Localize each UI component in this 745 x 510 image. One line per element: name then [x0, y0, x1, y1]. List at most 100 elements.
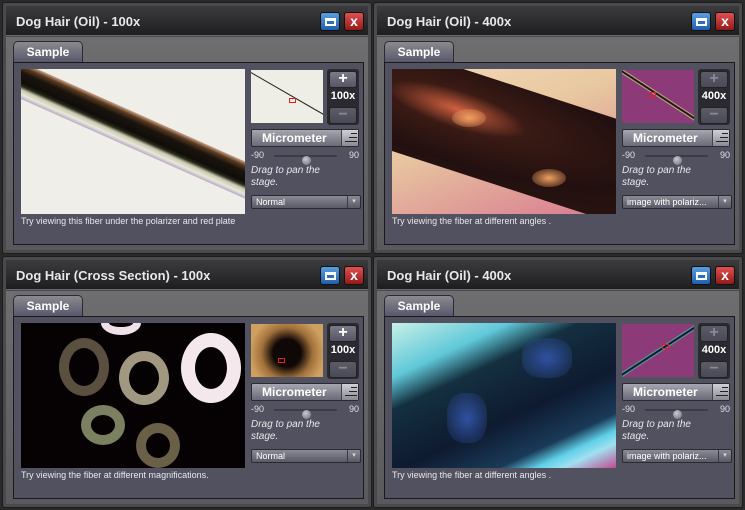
window-maximize-icon	[325, 18, 336, 26]
view-position-marker	[289, 98, 296, 103]
slider-knob[interactable]	[301, 410, 311, 419]
minus-icon: −	[338, 106, 348, 123]
view-position-marker	[278, 358, 285, 363]
plus-icon: +	[709, 324, 719, 341]
magnification-control: + 100x −	[327, 323, 359, 379]
zoom-out-button[interactable]: −	[329, 361, 357, 378]
microscope-view[interactable]	[21, 323, 245, 468]
rotation-slider[interactable]: -90 90	[622, 404, 730, 419]
tab-sample[interactable]: Sample	[384, 41, 454, 63]
window-body: Sample + 100x − Micrometer -90 90 Drag t…	[6, 291, 368, 504]
rotation-slider[interactable]: -90 90	[251, 404, 359, 419]
window-titlebar[interactable]: Dog Hair (Oil) - 400x x	[377, 260, 739, 290]
slider-track[interactable]	[274, 409, 337, 419]
sample-panel: + 100x − Micrometer -90 90 Drag to pan t…	[13, 62, 364, 245]
slider-min-label: -90	[251, 150, 265, 160]
tab-sample[interactable]: Sample	[384, 295, 454, 317]
microscope-view[interactable]	[392, 69, 616, 214]
view-mode-select[interactable]: image with polariz... ▾	[622, 449, 732, 463]
minus-icon: −	[338, 360, 348, 377]
slider-track[interactable]	[645, 409, 708, 419]
zoom-out-button[interactable]: −	[329, 107, 357, 124]
sample-caption: Try viewing the fiber at different magni…	[21, 470, 209, 480]
tab-sample[interactable]: Sample	[13, 295, 83, 317]
stage-overview-thumbnail[interactable]	[251, 70, 323, 123]
magnification-control: + 100x −	[327, 69, 359, 125]
slider-max-label: 90	[348, 404, 359, 414]
slider-knob[interactable]	[301, 156, 311, 165]
zoom-in-button[interactable]: +	[329, 71, 357, 88]
slider-knob[interactable]	[672, 410, 682, 419]
maximize-button[interactable]	[691, 12, 711, 31]
slider-knob[interactable]	[672, 156, 682, 165]
close-button[interactable]: x	[344, 12, 364, 31]
micrometer-button[interactable]: Micrometer	[251, 383, 359, 401]
minus-icon: −	[709, 360, 719, 377]
maximize-button[interactable]	[320, 12, 340, 31]
hair-cross-section	[101, 323, 141, 335]
sample-panel: + 400x − Micrometer -90 90 Drag to pan t…	[384, 316, 735, 499]
window-title: Dog Hair (Cross Section) - 100x	[16, 268, 211, 283]
minus-icon: −	[709, 106, 719, 123]
fiber-overview	[251, 72, 323, 117]
view-mode-select[interactable]: image with polariz... ▾	[622, 195, 732, 209]
close-button[interactable]: x	[715, 266, 735, 285]
microscope-window: Dog Hair (Oil) - 100x x Sample + 100x − …	[2, 2, 372, 254]
fiber-overview	[622, 324, 694, 377]
microscope-view[interactable]	[21, 69, 245, 214]
slider-track[interactable]	[274, 155, 337, 165]
close-icon: x	[350, 267, 358, 283]
window-titlebar[interactable]: Dog Hair (Oil) - 400x x	[377, 6, 739, 36]
maximize-button[interactable]	[320, 266, 340, 285]
window-titlebar[interactable]: Dog Hair (Cross Section) - 100x x	[6, 260, 368, 290]
rotation-slider[interactable]: -90 90	[622, 150, 730, 165]
maximize-button[interactable]	[691, 266, 711, 285]
rotation-slider[interactable]: -90 90	[251, 150, 359, 165]
stage-overview-thumbnail[interactable]	[251, 324, 323, 377]
stage-overview-thumbnail[interactable]	[622, 324, 694, 377]
close-icon: x	[721, 267, 729, 283]
view-mode-select[interactable]: Normal ▾	[251, 195, 361, 209]
micrometer-button[interactable]: Micrometer	[622, 129, 730, 147]
chevron-down-icon: ▾	[347, 450, 360, 462]
microscope-window: Dog Hair (Oil) - 400x x Sample + 400x − …	[373, 256, 743, 508]
micrometer-button[interactable]: Micrometer	[622, 383, 730, 401]
close-button[interactable]: x	[344, 266, 364, 285]
window-title: Dog Hair (Oil) - 400x	[387, 268, 512, 283]
window-title: Dog Hair (Oil) - 100x	[16, 14, 141, 29]
micrometer-button[interactable]: Micrometer	[251, 129, 359, 147]
tab-sample[interactable]: Sample	[13, 41, 83, 63]
hair-cross-section	[81, 405, 125, 445]
microscope-window: Dog Hair (Oil) - 400x x Sample + 400x − …	[373, 2, 743, 254]
chevron-down-icon: ▾	[718, 196, 731, 208]
chevron-down-icon: ▾	[718, 450, 731, 462]
zoom-out-button[interactable]: −	[700, 361, 728, 378]
microscope-view[interactable]	[392, 323, 616, 468]
zoom-in-button[interactable]: +	[700, 325, 728, 342]
zoom-in-button[interactable]: +	[700, 71, 728, 88]
close-button[interactable]: x	[715, 12, 735, 31]
window-maximize-icon	[696, 18, 707, 26]
pan-hint: Drag to pan the stage.	[251, 165, 320, 188]
view-mode-select[interactable]: Normal ▾	[251, 449, 361, 463]
stage-overview-thumbnail[interactable]	[622, 70, 694, 123]
zoom-out-button[interactable]: −	[700, 107, 728, 124]
select-value: image with polariz...	[627, 451, 707, 461]
select-value: Normal	[256, 451, 286, 461]
magnification-control: + 400x −	[698, 323, 730, 379]
zoom-in-button[interactable]: +	[329, 325, 357, 342]
birefringence-highlight	[447, 393, 487, 443]
sample-panel: + 100x − Micrometer -90 90 Drag to pan t…	[13, 316, 364, 499]
slider-max-label: 90	[719, 150, 730, 160]
pan-hint: Drag to pan the stage.	[622, 419, 691, 442]
window-body: Sample + 400x − Micrometer -90 90 Drag t…	[377, 37, 739, 250]
window-title: Dog Hair (Oil) - 400x	[387, 14, 512, 29]
pan-hint: Drag to pan the stage.	[251, 419, 320, 442]
sample-panel: + 400x − Micrometer -90 90 Drag to pan t…	[384, 62, 735, 245]
hair-fiber	[21, 69, 245, 214]
window-titlebar[interactable]: Dog Hair (Oil) - 100x x	[6, 6, 368, 36]
slider-min-label: -90	[622, 150, 636, 160]
slider-min-label: -90	[622, 404, 636, 414]
slider-track[interactable]	[645, 155, 708, 165]
window-body: Sample + 400x − Micrometer -90 90 Drag t…	[377, 291, 739, 504]
